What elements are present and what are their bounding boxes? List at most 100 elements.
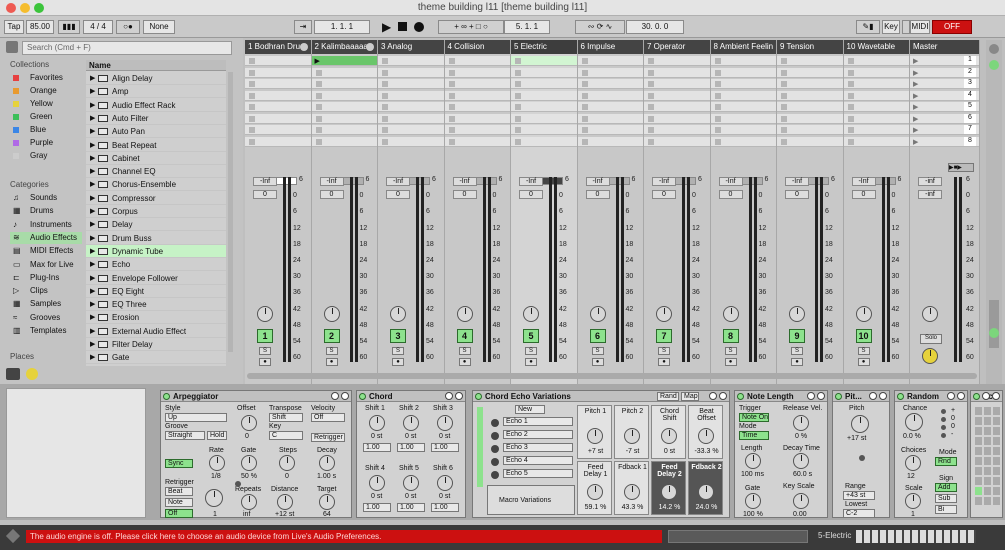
- list-item[interactable]: ▶ Beat Repeat: [86, 139, 226, 152]
- slot-stop-icon[interactable]: [448, 58, 455, 64]
- clip-slot[interactable]: [245, 125, 311, 135]
- clip-slot[interactable]: [245, 56, 311, 66]
- solo-button[interactable]: S: [591, 347, 604, 355]
- map-button[interactable]: Map: [681, 392, 699, 401]
- expand-arrow-icon[interactable]: ▶: [90, 72, 95, 85]
- arrangement-position[interactable]: 1. 1. 1: [314, 20, 370, 34]
- time-signature-field[interactable]: 4 / 4: [83, 20, 113, 34]
- clip-slot[interactable]: [311, 67, 377, 78]
- loop-toggle-icon[interactable]: ∾ ⟳ ∿: [575, 20, 625, 34]
- slot-stop-icon[interactable]: [315, 104, 322, 110]
- device-fold-icon[interactable]: [709, 392, 717, 400]
- sidebar-category-drums[interactable]: ▦ Drums: [10, 205, 82, 217]
- clip-slot[interactable]: ▶: [311, 56, 377, 66]
- scale-cell[interactable]: [993, 477, 1000, 485]
- decay-knob[interactable]: [319, 455, 335, 471]
- name-column-header[interactable]: Name: [86, 60, 226, 71]
- shift-knob[interactable]: [437, 415, 453, 431]
- scene-slot[interactable]: ▶ 8: [910, 136, 979, 147]
- clip-slot[interactable]: [245, 136, 311, 147]
- play-icon[interactable]: ▶: [382, 20, 391, 34]
- expand-arrow-icon[interactable]: ▶: [90, 311, 95, 324]
- solo-button[interactable]: S: [791, 347, 803, 355]
- pitch-device-header[interactable]: Pit...: [833, 391, 889, 402]
- style-select[interactable]: Up: [165, 413, 227, 422]
- sidebar-category-clips[interactable]: ▷ Clips: [10, 285, 82, 297]
- slot-stop-icon[interactable]: [847, 58, 854, 64]
- track-activator-button[interactable]: 4: [456, 329, 473, 343]
- clip-slot[interactable]: [777, 113, 843, 124]
- slot-stop-icon[interactable]: [249, 115, 255, 122]
- clip-slot[interactable]: [444, 79, 510, 89]
- list-item[interactable]: ▶ EQ Three: [86, 298, 226, 312]
- slot-stop-icon[interactable]: [648, 104, 654, 110]
- slot-stop-icon[interactable]: [847, 104, 854, 110]
- clip-slot[interactable]: [710, 113, 776, 124]
- expand-arrow-icon[interactable]: ▶: [90, 152, 95, 165]
- slot-stop-icon[interactable]: [847, 69, 854, 76]
- device-fold-icon[interactable]: [982, 392, 990, 400]
- cue-knob[interactable]: [922, 306, 938, 322]
- scale-cell[interactable]: [993, 467, 1000, 475]
- random-device-header[interactable]: Random: [895, 391, 967, 402]
- slot-stop-icon[interactable]: [714, 138, 721, 145]
- scale-cell[interactable]: [984, 467, 991, 475]
- list-item[interactable]: ▶ Auto Filter: [86, 112, 226, 125]
- master-pan-readout[interactable]: -inf: [918, 190, 942, 199]
- scale-cell[interactable]: [975, 407, 982, 415]
- sidebar-collection-favorites[interactable]: Favorites: [10, 72, 82, 84]
- new-variation-button[interactable]: New: [515, 405, 545, 414]
- solo-button[interactable]: S: [325, 347, 338, 355]
- device-save-icon[interactable]: [455, 392, 463, 400]
- send-knob[interactable]: [722, 306, 739, 322]
- slot-stop-icon[interactable]: [581, 69, 588, 76]
- volume-readout[interactable]: -Inf: [452, 177, 477, 186]
- slot-stop-icon[interactable]: [382, 58, 388, 64]
- macro-knob[interactable]: [587, 484, 603, 500]
- master-title[interactable]: Master: [910, 40, 979, 54]
- clip-slot[interactable]: [710, 67, 776, 78]
- slot-stop-icon[interactable]: [515, 127, 521, 133]
- track-title-3[interactable]: 3 Analog: [378, 40, 444, 54]
- slot-stop-icon[interactable]: [448, 69, 455, 76]
- volume-readout[interactable]: -Inf: [851, 177, 876, 186]
- device-save-icon[interactable]: [879, 392, 887, 400]
- track-title-4[interactable]: 4 Collision: [444, 40, 510, 54]
- slot-stop-icon[interactable]: [249, 81, 255, 87]
- shift-knob[interactable]: [403, 415, 419, 431]
- volume-readout[interactable]: -Inf: [253, 177, 277, 186]
- clip-slot[interactable]: [378, 79, 444, 89]
- solo-button[interactable]: S: [458, 347, 471, 355]
- expand-arrow-icon[interactable]: ▶: [90, 99, 95, 112]
- expand-arrow-icon[interactable]: ▶: [90, 125, 95, 138]
- scale-cell[interactable]: [975, 497, 982, 505]
- repeats-knob[interactable]: [241, 494, 257, 510]
- clip-slot[interactable]: [378, 113, 444, 124]
- volume-readout[interactable]: -Inf: [652, 177, 676, 186]
- scale-device-header[interactable]: Scal: [971, 391, 1002, 402]
- key-scale-knob[interactable]: [793, 493, 809, 509]
- chance-knob[interactable]: [905, 413, 923, 431]
- arm-button[interactable]: ●: [857, 358, 870, 366]
- scale-cell[interactable]: [975, 417, 982, 425]
- scene-launch-icon[interactable]: ▶: [913, 126, 918, 134]
- solo-button[interactable]: S: [259, 347, 271, 355]
- slot-stop-icon[interactable]: [714, 127, 721, 133]
- clip-slot[interactable]: [311, 113, 377, 124]
- draw-mode-icon[interactable]: ✎▮: [856, 20, 880, 34]
- device-save-icon[interactable]: [341, 392, 349, 400]
- slot-stop-icon[interactable]: [581, 115, 588, 122]
- volume-readout[interactable]: -Inf: [386, 177, 410, 186]
- solo-button[interactable]: S: [392, 347, 404, 355]
- clip-slot[interactable]: [710, 79, 776, 89]
- send-knob[interactable]: [789, 306, 805, 322]
- slot-stop-icon[interactable]: [249, 58, 255, 64]
- macro-knob[interactable]: [624, 484, 640, 500]
- device-fold-icon[interactable]: [947, 392, 955, 400]
- device-save-icon[interactable]: [992, 392, 1000, 400]
- expand-arrow-icon[interactable]: ▶: [90, 192, 95, 205]
- expand-arrow-icon[interactable]: ▶: [90, 112, 95, 125]
- list-item[interactable]: ▶ Channel EQ: [86, 165, 226, 179]
- device-fold-icon[interactable]: [807, 392, 815, 400]
- clip-slot[interactable]: [644, 56, 710, 66]
